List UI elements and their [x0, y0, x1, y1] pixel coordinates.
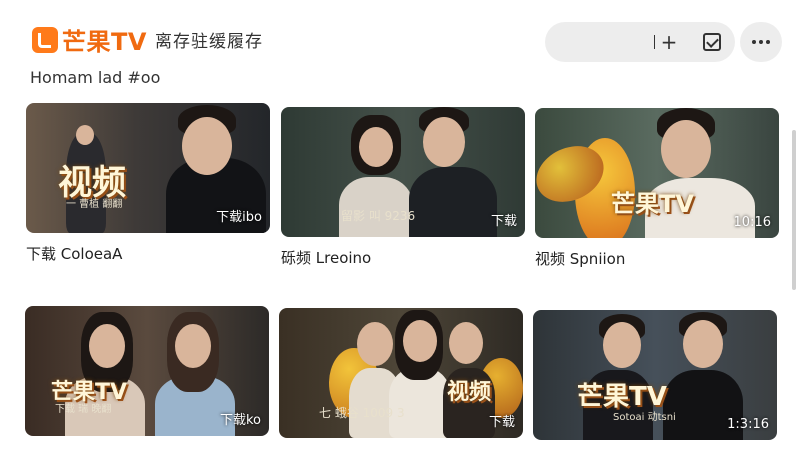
duration-badge: 下载 [490, 214, 517, 229]
thumbnail-subtitle-text: Sotoai 动tsni [613, 412, 676, 423]
video-thumbnail[interactable]: 视频 七 蛾谷 1009 3 下载 [279, 308, 523, 438]
video-card[interactable]: 芒果TV Sotoai 动tsni 1:3:16 [533, 310, 777, 440]
video-card[interactable]: 芒果TV 下载 瑞 晚翻 下载ko [25, 306, 269, 436]
plus-icon[interactable]: + [654, 31, 680, 53]
app-header: 芒果TV 离存驻缓履存 + [0, 0, 800, 72]
thumbnail-title-text: 视频 [447, 380, 492, 405]
scrollbar[interactable] [792, 130, 796, 290]
duration-badge: 10:16 [733, 215, 771, 230]
logo-text: 芒果TV [62, 28, 147, 56]
section-title: Homam lad #oo [30, 68, 161, 87]
duration-badge: 下载ibo [216, 210, 262, 225]
video-title[interactable]: 砾频 Lreoino [281, 247, 525, 268]
mango-logo-icon [32, 26, 58, 53]
video-thumbnail[interactable]: 视频 一 曹植 翻翻 下载ibo [26, 103, 270, 233]
duration-badge: 下载 [488, 415, 515, 430]
video-card[interactable]: 芒果TV 10:16 视频 Spniion [535, 108, 779, 269]
video-thumbnail[interactable]: 留影 叫 9236 下载 [281, 107, 525, 237]
video-title[interactable]: 下载 ColoeaA [26, 243, 270, 264]
action-pill: + [545, 22, 735, 62]
checkbox-icon[interactable] [703, 33, 721, 51]
page-subtitle: 离存驻缓履存 [154, 32, 263, 52]
thumbnail-subtitle-text: 七 蛾谷 1009 3 [319, 406, 405, 420]
more-dots-icon[interactable] [740, 22, 782, 62]
video-card[interactable]: 留影 叫 9236 下载 砾频 Lreoino [281, 107, 525, 268]
thumbnail-subtitle-text: 一 曹植 翻翻 [66, 199, 123, 210]
video-thumbnail[interactable]: 芒果TV 下载 瑞 晚翻 下载ko [25, 306, 269, 436]
video-card[interactable]: 视频 七 蛾谷 1009 3 下载 [279, 308, 523, 438]
video-title[interactable]: 视频 Spniion [535, 248, 779, 269]
app-logo[interactable]: 芒果TV 离存驻缓履存 [32, 22, 263, 57]
video-card[interactable]: 视频 一 曹植 翻翻 下载ibo 下载 ColoeaA [26, 103, 270, 264]
duration-badge: 1:3:16 [727, 417, 769, 432]
thumbnail-subtitle-text: 留影 叫 9236 [341, 209, 416, 223]
thumbnail-subtitle-text: 下载 瑞 晚翻 [55, 404, 112, 415]
duration-badge: 下载ko [219, 413, 261, 428]
thumbnail-title-text: 芒果TV [611, 190, 694, 218]
video-thumbnail[interactable]: 芒果TV Sotoai 动tsni 1:3:16 [533, 310, 777, 440]
video-thumbnail[interactable]: 芒果TV 10:16 [535, 108, 779, 238]
